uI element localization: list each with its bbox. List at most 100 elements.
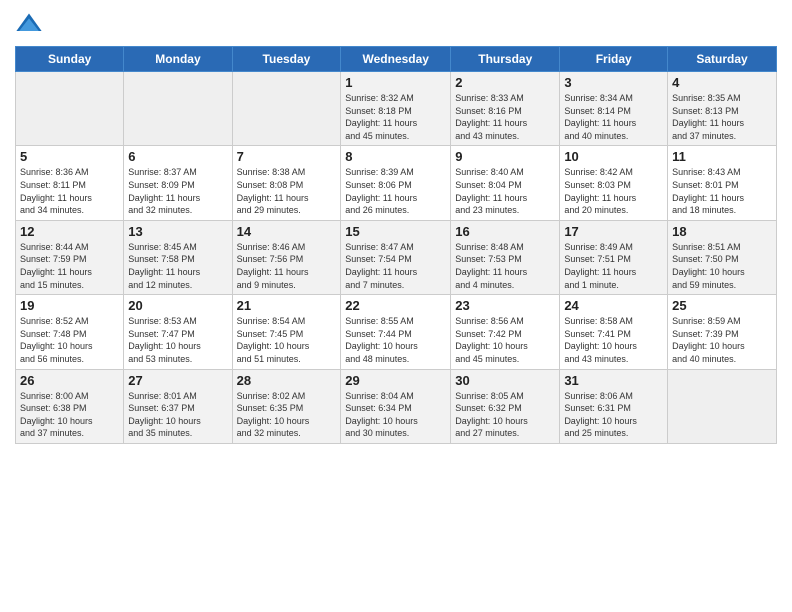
weekday-tuesday: Tuesday (232, 47, 341, 72)
calendar-cell: 18 Sunrise: 8:51 AM Sunset: 7:50 PM Dayli… (668, 220, 777, 294)
cell-text: Sunrise: 8:49 AM Sunset: 7:51 PM Dayligh… (564, 241, 663, 291)
calendar-cell: 10 Sunrise: 8:42 AM Sunset: 8:03 PM Dayli… (560, 146, 668, 220)
day-number: 30 (455, 373, 555, 388)
day-number: 24 (564, 298, 663, 313)
day-number: 4 (672, 75, 772, 90)
day-number: 1 (345, 75, 446, 90)
calendar-cell (124, 72, 232, 146)
calendar-cell: 24 Sunrise: 8:58 AM Sunset: 7:41 PM Dayli… (560, 295, 668, 369)
cell-text: Sunrise: 8:36 AM Sunset: 8:11 PM Dayligh… (20, 166, 119, 216)
weekday-saturday: Saturday (668, 47, 777, 72)
day-number: 14 (237, 224, 337, 239)
calendar-cell: 7 Sunrise: 8:38 AM Sunset: 8:08 PM Daylig… (232, 146, 341, 220)
logo (15, 10, 45, 38)
calendar-table: SundayMondayTuesdayWednesdayThursdayFrid… (15, 46, 777, 444)
calendar-cell: 27Sunrise: 8:01 AM Sunset: 6:37 PM Dayli… (124, 369, 232, 443)
cell-text: Sunrise: 8:05 AM Sunset: 6:32 PM Dayligh… (455, 390, 555, 440)
calendar-cell (232, 72, 341, 146)
calendar-cell: 26Sunrise: 8:00 AM Sunset: 6:38 PM Dayli… (16, 369, 124, 443)
day-number: 3 (564, 75, 663, 90)
cell-text: Sunrise: 8:34 AM Sunset: 8:14 PM Dayligh… (564, 92, 663, 142)
calendar-cell: 29 Sunrise: 8:04 AM Sunset: 6:34 PM Dayli… (341, 369, 451, 443)
cell-text: Sunrise: 8:54 AM Sunset: 7:45 PM Dayligh… (237, 315, 337, 365)
calendar-row-0: 1 Sunrise: 8:32 AM Sunset: 8:18 PM Daylig… (16, 72, 777, 146)
calendar-cell: 3 Sunrise: 8:34 AM Sunset: 8:14 PM Daylig… (560, 72, 668, 146)
calendar-row-4: 26Sunrise: 8:00 AM Sunset: 6:38 PM Dayli… (16, 369, 777, 443)
day-number: 8 (345, 149, 446, 164)
calendar-cell: 21Sunrise: 8:54 AM Sunset: 7:45 PM Dayli… (232, 295, 341, 369)
weekday-friday: Friday (560, 47, 668, 72)
calendar-cell: 30 Sunrise: 8:05 AM Sunset: 6:32 PM Dayli… (451, 369, 560, 443)
calendar-cell: 6Sunrise: 8:37 AM Sunset: 8:09 PM Daylig… (124, 146, 232, 220)
header (15, 10, 777, 38)
day-number: 25 (672, 298, 772, 313)
cell-text: Sunrise: 8:04 AM Sunset: 6:34 PM Dayligh… (345, 390, 446, 440)
logo-icon (15, 10, 43, 38)
weekday-wednesday: Wednesday (341, 47, 451, 72)
calendar-row-2: 12 Sunrise: 8:44 AM Sunset: 7:59 PM Dayli… (16, 220, 777, 294)
page: SundayMondayTuesdayWednesdayThursdayFrid… (0, 0, 792, 612)
day-number: 23 (455, 298, 555, 313)
cell-text: Sunrise: 8:51 AM Sunset: 7:50 PM Dayligh… (672, 241, 772, 291)
day-number: 26 (20, 373, 119, 388)
weekday-sunday: Sunday (16, 47, 124, 72)
cell-text: Sunrise: 8:39 AM Sunset: 8:06 PM Dayligh… (345, 166, 446, 216)
calendar-cell: 1 Sunrise: 8:32 AM Sunset: 8:18 PM Daylig… (341, 72, 451, 146)
day-number: 19 (20, 298, 119, 313)
cell-text: Sunrise: 8:59 AM Sunset: 7:39 PM Dayligh… (672, 315, 772, 365)
calendar-cell: 20Sunrise: 8:53 AM Sunset: 7:47 PM Dayli… (124, 295, 232, 369)
calendar-row-1: 5 Sunrise: 8:36 AM Sunset: 8:11 PM Daylig… (16, 146, 777, 220)
cell-text: Sunrise: 8:38 AM Sunset: 8:08 PM Dayligh… (237, 166, 337, 216)
day-number: 15 (345, 224, 446, 239)
calendar-cell: 4 Sunrise: 8:35 AM Sunset: 8:13 PM Daylig… (668, 72, 777, 146)
day-number: 13 (128, 224, 227, 239)
cell-text: Sunrise: 8:52 AM Sunset: 7:48 PM Dayligh… (20, 315, 119, 365)
cell-text: Sunrise: 8:45 AM Sunset: 7:58 PM Dayligh… (128, 241, 227, 291)
calendar-cell: 19 Sunrise: 8:52 AM Sunset: 7:48 PM Dayli… (16, 295, 124, 369)
calendar-cell: 25 Sunrise: 8:59 AM Sunset: 7:39 PM Dayli… (668, 295, 777, 369)
day-number: 28 (237, 373, 337, 388)
cell-text: Sunrise: 8:47 AM Sunset: 7:54 PM Dayligh… (345, 241, 446, 291)
day-number: 12 (20, 224, 119, 239)
calendar-cell: 28Sunrise: 8:02 AM Sunset: 6:35 PM Dayli… (232, 369, 341, 443)
cell-text: Sunrise: 8:55 AM Sunset: 7:44 PM Dayligh… (345, 315, 446, 365)
cell-text: Sunrise: 8:37 AM Sunset: 8:09 PM Dayligh… (128, 166, 227, 216)
day-number: 29 (345, 373, 446, 388)
cell-text: Sunrise: 8:35 AM Sunset: 8:13 PM Dayligh… (672, 92, 772, 142)
calendar-cell: 12 Sunrise: 8:44 AM Sunset: 7:59 PM Dayli… (16, 220, 124, 294)
day-number: 18 (672, 224, 772, 239)
calendar-cell: 15 Sunrise: 8:47 AM Sunset: 7:54 PM Dayli… (341, 220, 451, 294)
day-number: 9 (455, 149, 555, 164)
day-number: 11 (672, 149, 772, 164)
cell-text: Sunrise: 8:44 AM Sunset: 7:59 PM Dayligh… (20, 241, 119, 291)
cell-text: Sunrise: 8:32 AM Sunset: 8:18 PM Dayligh… (345, 92, 446, 142)
calendar-cell: 2Sunrise: 8:33 AM Sunset: 8:16 PM Daylig… (451, 72, 560, 146)
calendar-cell: 23 Sunrise: 8:56 AM Sunset: 7:42 PM Dayli… (451, 295, 560, 369)
day-number: 10 (564, 149, 663, 164)
day-number: 22 (345, 298, 446, 313)
day-number: 27 (128, 373, 227, 388)
calendar-row-3: 19 Sunrise: 8:52 AM Sunset: 7:48 PM Dayli… (16, 295, 777, 369)
day-number: 5 (20, 149, 119, 164)
calendar-cell (668, 369, 777, 443)
day-number: 7 (237, 149, 337, 164)
day-number: 31 (564, 373, 663, 388)
calendar-cell: 16 Sunrise: 8:48 AM Sunset: 7:53 PM Dayli… (451, 220, 560, 294)
calendar-cell: 14 Sunrise: 8:46 AM Sunset: 7:56 PM Dayli… (232, 220, 341, 294)
cell-text: Sunrise: 8:33 AM Sunset: 8:16 PM Dayligh… (455, 92, 555, 142)
weekday-monday: Monday (124, 47, 232, 72)
calendar-cell: 17Sunrise: 8:49 AM Sunset: 7:51 PM Dayli… (560, 220, 668, 294)
calendar-cell: 13 Sunrise: 8:45 AM Sunset: 7:58 PM Dayli… (124, 220, 232, 294)
day-number: 20 (128, 298, 227, 313)
cell-text: Sunrise: 8:46 AM Sunset: 7:56 PM Dayligh… (237, 241, 337, 291)
calendar-cell (16, 72, 124, 146)
cell-text: Sunrise: 8:42 AM Sunset: 8:03 PM Dayligh… (564, 166, 663, 216)
day-number: 16 (455, 224, 555, 239)
cell-text: Sunrise: 8:56 AM Sunset: 7:42 PM Dayligh… (455, 315, 555, 365)
cell-text: Sunrise: 8:40 AM Sunset: 8:04 PM Dayligh… (455, 166, 555, 216)
calendar-cell: 22 Sunrise: 8:55 AM Sunset: 7:44 PM Dayli… (341, 295, 451, 369)
cell-text: Sunrise: 8:48 AM Sunset: 7:53 PM Dayligh… (455, 241, 555, 291)
cell-text: Sunrise: 8:58 AM Sunset: 7:41 PM Dayligh… (564, 315, 663, 365)
calendar-cell: 31Sunrise: 8:06 AM Sunset: 6:31 PM Dayli… (560, 369, 668, 443)
weekday-header-row: SundayMondayTuesdayWednesdayThursdayFrid… (16, 47, 777, 72)
